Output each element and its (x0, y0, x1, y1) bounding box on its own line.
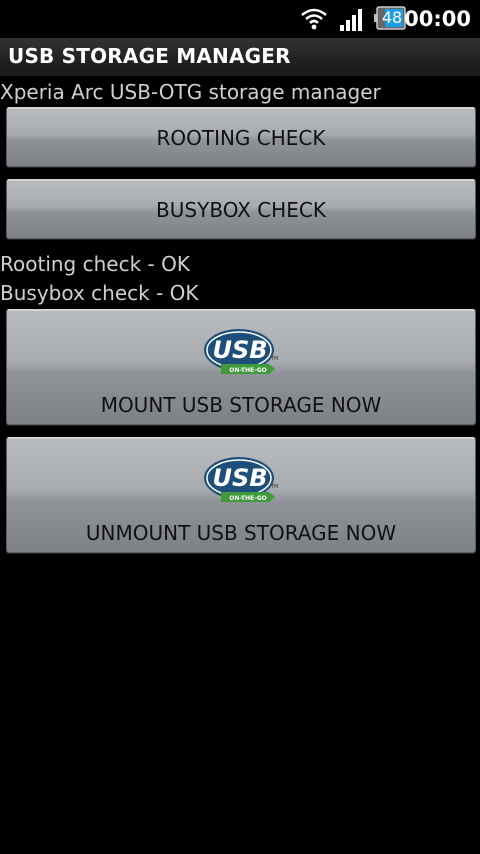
battery-level: 48 (381, 8, 403, 27)
rooting-check-button[interactable]: ROOTING CHECK (6, 107, 476, 167)
svg-text:USB: USB (212, 336, 267, 364)
app-title: USB STORAGE MANAGER (8, 44, 291, 68)
svg-text:ON-THE-GO: ON-THE-GO (229, 495, 266, 502)
svg-text:ON-THE-GO: ON-THE-GO (229, 367, 266, 374)
wifi-icon (301, 8, 327, 30)
mount-usb-label: MOUNT USB STORAGE NOW (100, 393, 382, 417)
status-bar: 48 00:00 (0, 0, 480, 38)
busybox-status-text: Busybox check - OK (0, 281, 199, 305)
busybox-check-button[interactable]: BUSYBOX CHECK (6, 179, 476, 239)
mount-usb-button[interactable]: USB ON-THE-GO TM MOUNT USB STORAGE NOW (6, 309, 476, 425)
clock: 00:00 (404, 7, 471, 31)
busybox-check-label: BUSYBOX CHECK (156, 198, 326, 222)
signal-icon (340, 9, 362, 31)
unmount-usb-label: UNMOUNT USB STORAGE NOW (85, 521, 397, 545)
svg-text:TM: TM (270, 484, 278, 490)
svg-text:TM: TM (270, 356, 278, 362)
svg-text:USB: USB (212, 464, 267, 492)
usb-otg-logo-icon: USB ON-THE-GO TM (204, 329, 278, 374)
unmount-usb-button[interactable]: USB ON-THE-GO TM UNMOUNT USB STORAGE NOW (6, 437, 476, 553)
rooting-check-label: ROOTING CHECK (156, 126, 326, 150)
rooting-status-text: Rooting check - OK (0, 252, 190, 276)
usb-otg-logo-icon: USB ON-THE-GO TM (204, 457, 278, 502)
app-title-bar: USB STORAGE MANAGER (0, 38, 480, 77)
app-subtitle: Xperia Arc USB-OTG storage manager (0, 80, 381, 104)
